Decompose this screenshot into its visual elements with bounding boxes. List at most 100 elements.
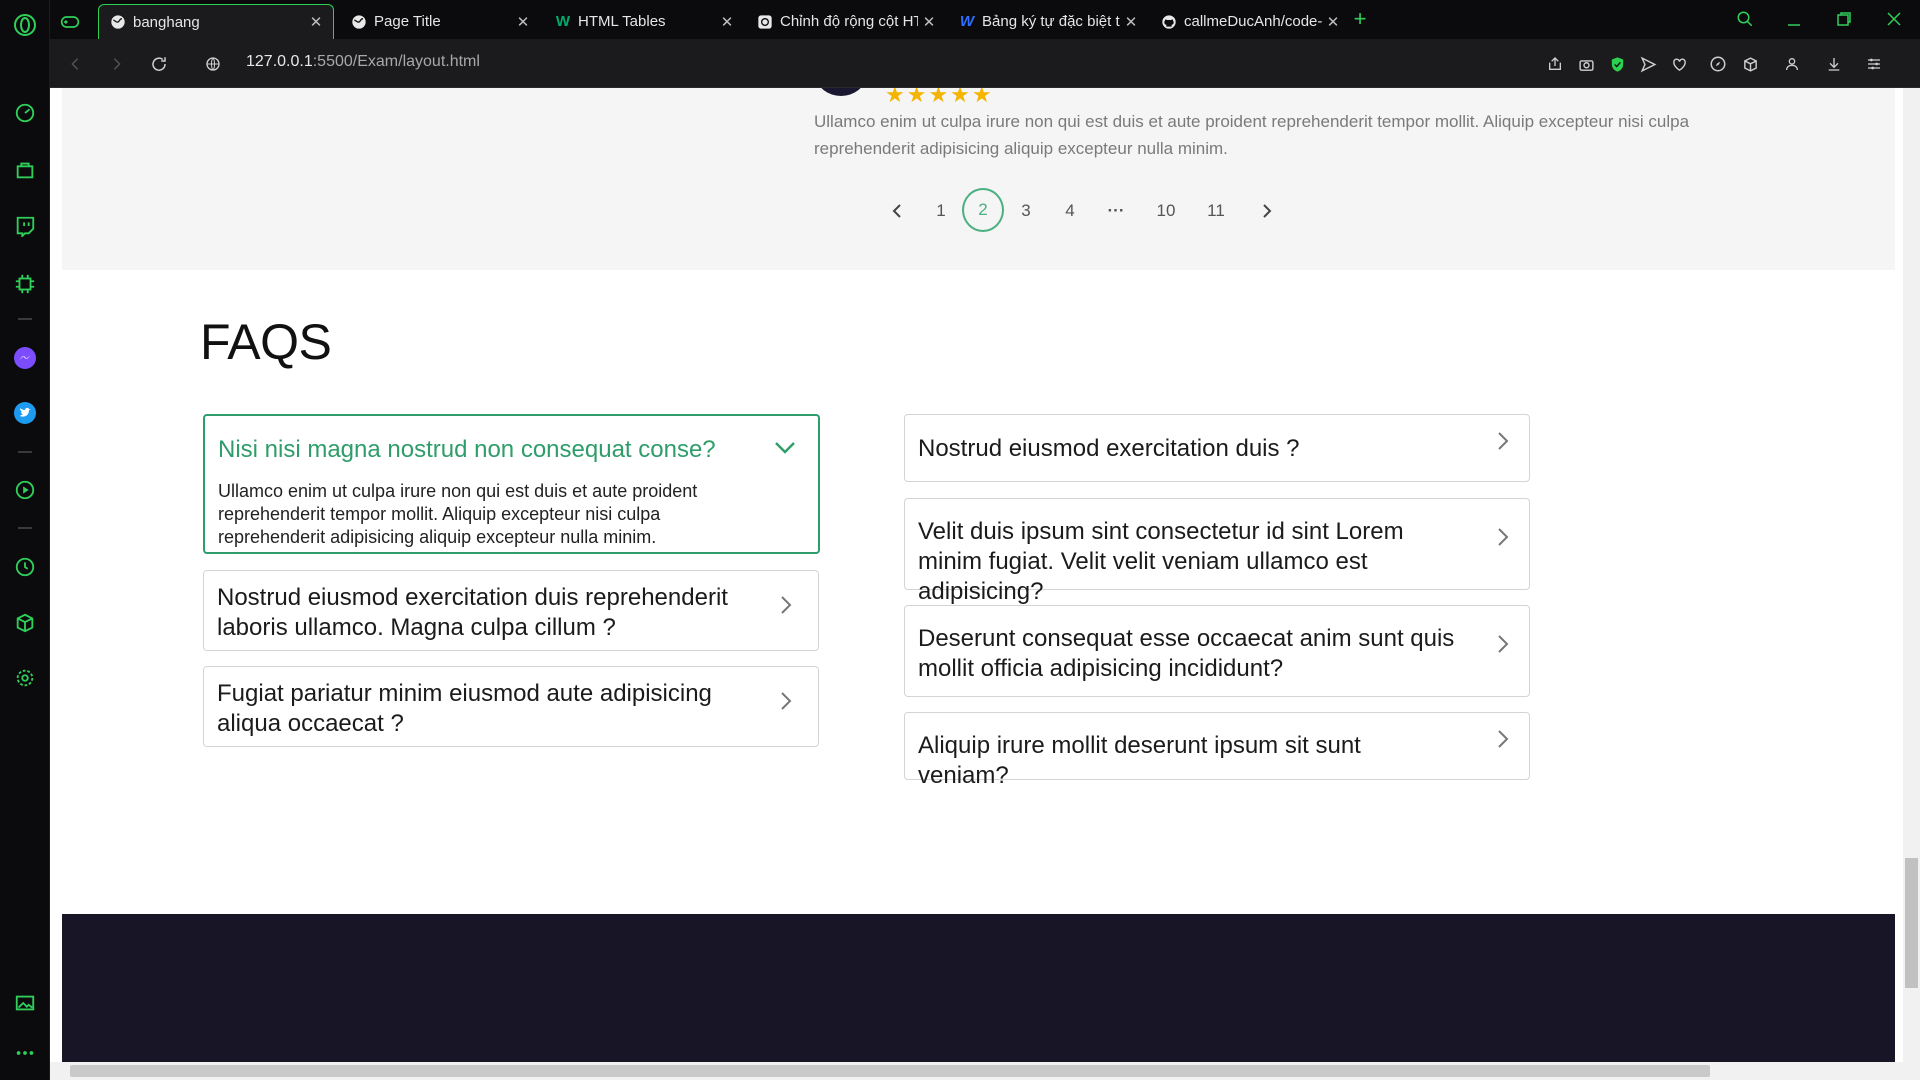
heart-icon[interactable]	[1667, 52, 1691, 76]
scrollbar-thumb[interactable]	[1905, 858, 1918, 988]
scrollbar-thumb[interactable]	[70, 1065, 1710, 1077]
faq-question[interactable]: Nostrud eiusmod exercitation duis ?	[918, 434, 1458, 464]
url-path: :5500/Exam/layout.html	[312, 53, 480, 70]
tab-title: HTML Tables	[578, 13, 666, 30]
vpn-shield-icon[interactable]	[1605, 52, 1629, 76]
tab-title: banghang	[133, 13, 200, 31]
faq-item[interactable]: Fugiat pariatur minim eiusmod aute adipi…	[203, 666, 819, 747]
share-icon[interactable]	[1543, 52, 1567, 76]
tab-title: Bảng ký tự đặc biệt trong H	[982, 13, 1120, 30]
messenger-icon[interactable]	[12, 345, 38, 371]
tab-html-tables[interactable]: W HTML Tables ✕	[544, 4, 744, 39]
chevron-down-icon[interactable]	[773, 436, 797, 460]
page-link[interactable]: 11	[1196, 188, 1236, 234]
faq-item[interactable]: Velit duis ipsum sint consectetur id sin…	[904, 498, 1530, 605]
site-info-globe-icon[interactable]	[200, 51, 226, 77]
faq-question[interactable]: Fugiat pariatur minim eiusmod aute adipi…	[217, 679, 737, 739]
opera-logo-icon[interactable]	[12, 12, 38, 38]
faq-question[interactable]: Nostrud eiusmod exercitation duis repreh…	[217, 583, 737, 643]
chevron-right-icon[interactable]	[1491, 727, 1515, 751]
camera-icon[interactable]	[1574, 52, 1598, 76]
profile-icon[interactable]	[1780, 52, 1804, 76]
easy-setup-menu-icon[interactable]	[1862, 52, 1886, 76]
faq-question[interactable]: Nisi nisi magna nostrud non consequat co…	[218, 435, 758, 465]
twitter-icon[interactable]	[12, 400, 38, 426]
wallpaper-icon[interactable]	[12, 990, 38, 1016]
reload-icon[interactable]	[146, 51, 172, 77]
faq-item[interactable]: Deserunt consequat esse occaecat anim su…	[904, 605, 1530, 697]
globe-icon	[109, 13, 127, 31]
chevron-right-icon[interactable]	[1491, 632, 1515, 656]
page-viewport: ★★★★★ Ullamco enim ut culpa irure non qu…	[50, 88, 1903, 1062]
vertical-scrollbar[interactable]	[1903, 88, 1920, 1062]
horizontal-scrollbar[interactable]	[50, 1062, 1920, 1080]
shop-bag-icon[interactable]	[12, 157, 38, 183]
tab-github[interactable]: callmeDucAnh/code-web ✕	[1150, 4, 1350, 39]
tab-title: Chỉnh độ rộng cột HTML.	[780, 13, 918, 30]
close-icon[interactable]: ✕	[1120, 11, 1142, 33]
tab-bar: banghang ✕ Page Title ✕ W HTML Tables ✕ …	[50, 0, 1920, 39]
page-link[interactable]: 1	[927, 188, 955, 234]
github-icon	[1160, 13, 1178, 31]
close-icon[interactable]: ✕	[918, 11, 940, 33]
faq-item[interactable]: Aliquip irure mollit deserunt ipsum sit …	[904, 712, 1530, 789]
cpu-icon[interactable]	[12, 271, 38, 297]
close-icon[interactable]: ✕	[1322, 11, 1344, 33]
tab-page-title[interactable]: Page Title ✕	[340, 4, 540, 39]
page-link-current[interactable]: 2	[962, 188, 1004, 232]
pagination: 1 2 3 4 ··· 10 11	[62, 188, 1895, 234]
faq-item[interactable]: Nostrud eiusmod exercitation duis repreh…	[203, 570, 819, 651]
close-icon[interactable]: ✕	[716, 11, 738, 33]
sidebar-divider	[18, 318, 32, 320]
easy-setup-compass-icon[interactable]	[1706, 52, 1730, 76]
speed-dial-icon[interactable]	[12, 100, 38, 126]
close-icon[interactable]: ✕	[305, 11, 327, 33]
extensions-cube-icon[interactable]	[12, 610, 38, 636]
faq-question[interactable]: Velit duis ipsum sint consectetur id sin…	[918, 517, 1458, 607]
window-close-icon[interactable]	[1880, 6, 1908, 32]
faq-question[interactable]: Aliquip irure mollit deserunt ipsum sit …	[918, 731, 1458, 791]
history-icon[interactable]	[12, 554, 38, 580]
faq-question[interactable]: Deserunt consequat esse occaecat anim su…	[918, 624, 1458, 684]
reviewer-avatar	[817, 88, 865, 96]
chevron-right-icon[interactable]	[774, 593, 798, 617]
search-icon[interactable]	[1731, 6, 1759, 32]
faq-item[interactable]: Nostrud eiusmod exercitation duis ?	[904, 414, 1530, 482]
new-tab-plus-icon[interactable]: +	[1346, 6, 1374, 32]
prev-page-chevron-icon[interactable]	[882, 188, 912, 234]
review-text: Ullamco enim ut culpa irure non qui est …	[814, 112, 1690, 158]
minimize-icon[interactable]	[1780, 6, 1808, 32]
chatgpt-icon	[756, 13, 774, 31]
page-link[interactable]: 3	[1012, 188, 1040, 234]
chevron-right-icon[interactable]	[1491, 525, 1515, 549]
next-page-chevron-icon[interactable]	[1252, 188, 1282, 234]
player-icon[interactable]	[12, 477, 38, 503]
send-icon[interactable]	[1636, 52, 1660, 76]
page-link[interactable]: 4	[1056, 188, 1084, 234]
sidebar-divider	[18, 527, 32, 529]
faq-item-open[interactable]: Nisi nisi magna nostrud non consequat co…	[203, 414, 820, 554]
page-link[interactable]: 10	[1146, 188, 1186, 234]
url-field[interactable]: 127.0.0.1:5500/Exam/layout.html	[246, 53, 480, 71]
tab-title: Page Title	[374, 13, 441, 30]
tab-banghang[interactable]: banghang ✕	[98, 4, 334, 39]
more-dots-icon[interactable]	[12, 1040, 38, 1066]
url-host: 127.0.0.1	[246, 53, 313, 70]
tab-chatgpt[interactable]: Chỉnh độ rộng cột HTML. ✕	[746, 4, 946, 39]
twitch-icon[interactable]	[12, 213, 38, 239]
address-bar: 127.0.0.1:5500/Exam/layout.html	[50, 39, 1920, 88]
chevron-right-icon[interactable]	[1491, 429, 1515, 453]
forward-arrow-icon[interactable]	[104, 51, 130, 77]
close-icon[interactable]: ✕	[512, 11, 534, 33]
download-icon[interactable]	[1822, 52, 1846, 76]
globe-icon	[350, 13, 368, 31]
settings-gear-icon[interactable]	[12, 665, 38, 691]
restore-icon[interactable]	[1830, 6, 1858, 32]
back-arrow-icon[interactable]	[62, 51, 88, 77]
tab-special-chars[interactable]: W Bảng ký tự đặc biệt trong H ✕	[948, 4, 1148, 39]
gamepad-icon[interactable]	[50, 4, 90, 39]
extensions-box-icon[interactable]	[1738, 52, 1762, 76]
page-footer	[62, 914, 1895, 1062]
chevron-right-icon[interactable]	[774, 689, 798, 713]
browser-sidebar	[0, 0, 50, 1080]
